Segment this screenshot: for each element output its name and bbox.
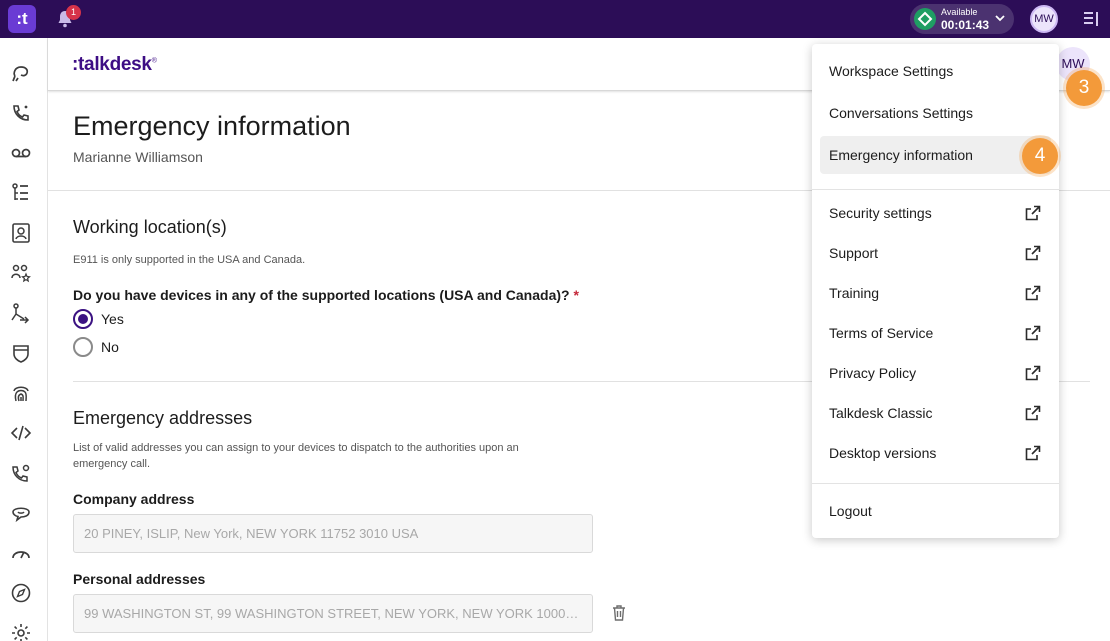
status-label: Available (941, 7, 978, 17)
code-icon[interactable] (10, 422, 32, 444)
compass-icon[interactable] (10, 582, 32, 604)
menu-item-desktop-versions[interactable]: Desktop versions (820, 434, 1051, 472)
conversations-icon[interactable] (10, 62, 32, 84)
chat-icon[interactable] (10, 502, 32, 524)
status-timer: 00:01:43 (941, 18, 990, 32)
required-mark: * (573, 287, 579, 303)
phone-settings-icon[interactable] (10, 462, 32, 484)
settings-icon[interactable] (10, 622, 32, 641)
team-icon[interactable] (10, 262, 32, 284)
external-link-icon (1025, 445, 1041, 461)
working-location-title: Working location(s) (73, 217, 227, 237)
calls-icon[interactable] (10, 102, 32, 124)
user-avatar[interactable]: MW (1030, 5, 1058, 33)
notification-count-badge: 1 (66, 5, 81, 20)
step-badge-3: 3 (1066, 70, 1102, 106)
top-bar: :t 1 Available 00:01:43 MW (0, 0, 1110, 38)
external-link-icon (1025, 285, 1041, 301)
radio-yes-label[interactable]: Yes (101, 311, 124, 327)
supported-locations-question: Do you have devices in any of the suppor… (73, 287, 579, 303)
e911-hint: E911 is only supported in the USA and Ca… (73, 254, 306, 266)
radio-yes[interactable] (73, 309, 93, 329)
page-title: Emergency information (73, 111, 351, 141)
emergency-addresses-title: Emergency addresses (73, 408, 253, 428)
fingerprint-icon[interactable] (10, 382, 32, 404)
agent-status-selector[interactable]: Available 00:01:43 (910, 4, 1014, 34)
external-link-icon (1025, 245, 1041, 261)
radio-no-label[interactable]: No (101, 339, 119, 355)
external-link-icon (1025, 405, 1041, 421)
side-nav-rail (0, 38, 48, 641)
menu-divider (812, 189, 1059, 190)
chevron-down-icon (995, 15, 1005, 22)
shield-icon[interactable] (10, 342, 32, 364)
external-link-icon (1025, 325, 1041, 341)
workflow-icon[interactable] (10, 302, 32, 324)
layout-toggle-icon[interactable] (1083, 10, 1101, 28)
available-status-icon (914, 8, 936, 30)
menu-item-terms-of-service[interactable]: Terms of Service (820, 314, 1051, 352)
menu-divider (812, 483, 1059, 484)
menu-item-privacy-policy[interactable]: Privacy Policy (820, 354, 1051, 392)
external-link-icon (1025, 205, 1041, 221)
trash-icon[interactable] (611, 604, 627, 622)
menu-item-talkdesk-classic[interactable]: Talkdesk Classic (820, 394, 1051, 432)
radio-no[interactable] (73, 337, 93, 357)
menu-item-workspace-settings[interactable]: Workspace Settings (820, 52, 1051, 90)
contacts-icon[interactable] (10, 222, 32, 244)
menu-item-training[interactable]: Training (820, 274, 1051, 312)
company-address-label: Company address (73, 491, 195, 507)
dashboard-icon[interactable] (10, 542, 32, 564)
menu-item-conversations-settings[interactable]: Conversations Settings (820, 94, 1051, 132)
page-subtitle: Marianne Williamson (73, 149, 203, 165)
talkdesk-logo: :talkdesk® (72, 54, 157, 75)
external-link-icon (1025, 365, 1041, 381)
user-menu: Workspace Settings Conversations Setting… (812, 44, 1059, 538)
step-badge-4: 4 (1022, 138, 1058, 174)
voicemail-icon[interactable] (10, 142, 32, 164)
menu-item-support[interactable]: Support (820, 234, 1051, 272)
addresses-hint: List of valid addresses you can assign t… (73, 442, 519, 470)
menu-item-emergency-information[interactable]: Emergency information (820, 136, 1051, 174)
personal-addresses-label: Personal addresses (73, 571, 206, 587)
personal-address-field[interactable]: 99 WASHINGTON ST, 99 WASHINGTON STREET, … (73, 594, 593, 633)
menu-item-security-settings[interactable]: Security settings (820, 194, 1051, 232)
menu-item-logout[interactable]: Logout (820, 492, 1051, 530)
tasks-icon[interactable] (10, 182, 32, 204)
app-logo[interactable]: :t (8, 5, 36, 33)
company-address-field[interactable]: 20 PINEY, ISLIP, New York, NEW YORK 1175… (73, 514, 593, 553)
